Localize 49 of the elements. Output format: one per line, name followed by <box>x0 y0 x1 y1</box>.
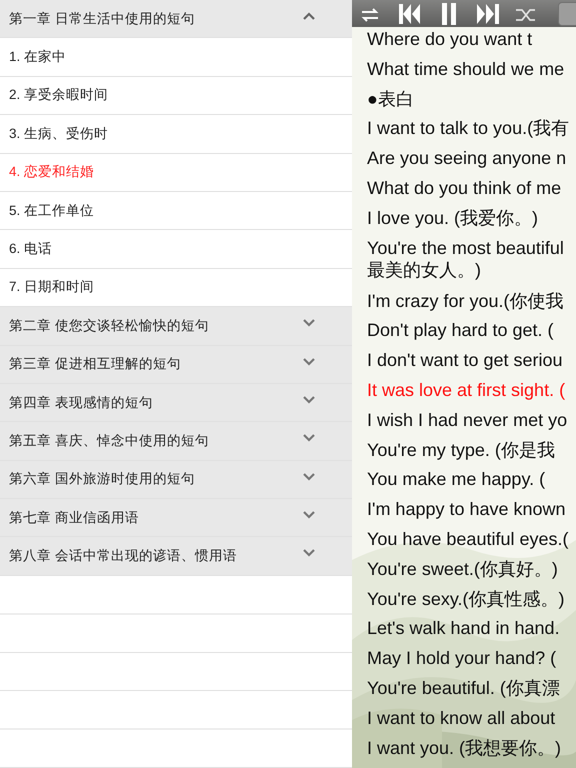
sentence-line[interactable]: I'm crazy for you.(你使我 <box>367 290 576 320</box>
expand-chevron-icon <box>303 511 315 520</box>
sentence-line[interactable]: I want to know all about <box>367 706 576 737</box>
sentence-line[interactable]: You're my type. (你是我 <box>367 438 576 468</box>
chapter-title: 第三章 促进相互理解的短句 <box>9 355 181 374</box>
expand-chevron-icon <box>303 396 315 404</box>
chapter-title: 第八章 会话中常出现的谚语、惯用语 <box>9 547 237 566</box>
chapter-title: 第六章 国外旅游时使用的短句 <box>9 470 195 488</box>
chapter-header[interactable]: 第六章 国外旅游时使用的短句 <box>0 460 352 500</box>
expand-chevron-icon <box>303 319 315 328</box>
sentence-line[interactable]: You're sexy.(你真性感。) <box>367 588 576 618</box>
expand-chevron-icon <box>303 358 315 366</box>
sentence-line[interactable]: You're the most beautiful 最美的女人。) <box>367 236 576 290</box>
expand-chevron-icon <box>303 549 315 558</box>
chapter-header[interactable]: 第八章 会话中常出现的谚语、惯用语 <box>0 537 352 576</box>
sentence-line[interactable]: I want to talk to you.(我有 <box>367 117 576 148</box>
sentence-line[interactable]: You're sweet.(你真好。) <box>367 558 576 588</box>
sentence-line[interactable]: You have beautiful eyes.( <box>367 528 576 558</box>
chapter-title: 第五章 喜庆、悼念中使用的短句 <box>9 432 209 450</box>
expand-chevron-icon <box>303 472 315 481</box>
sentence-line[interactable]: What do you think of me <box>367 176 576 207</box>
sentence-line[interactable]: Let's walk hand in hand. <box>367 617 576 648</box>
chapter-title: 第二章 使您交谈轻松愉快的短句 <box>9 316 209 335</box>
sentence-line[interactable]: I love you. (我爱你。) <box>367 206 576 237</box>
list-item[interactable]: 4. 恋爱和结婚 <box>0 154 352 192</box>
sentence-line[interactable]: You're beautiful. (你真漂 <box>367 676 576 707</box>
sentence-line[interactable]: You make me happy. ( <box>367 468 576 498</box>
sentence-line[interactable]: May I hold your hand? ( <box>367 647 576 677</box>
chapter-header[interactable]: 第七章 商业信函用语 <box>0 499 352 538</box>
sentence-line[interactable]: Where do you want t <box>367 28 576 58</box>
sentence-line[interactable]: Are you seeing anyone n <box>367 147 576 177</box>
chapter-header[interactable]: 第一章 日常生活中使用的短句 <box>0 0 352 38</box>
chapter-header[interactable]: 第四章 表现感情的短句 <box>0 384 352 422</box>
sentence-line[interactable]: I don't want to get seriou <box>367 349 576 379</box>
chapter-header[interactable]: 第三章 促进相互理解的短句 <box>0 346 352 384</box>
sentence-line[interactable]: What time should we me <box>367 58 576 88</box>
expand-chevron-icon <box>303 434 315 442</box>
sentence-line[interactable]: It was love at first sight. ( <box>367 378 576 409</box>
chapter-header[interactable]: 第二章 使您交谈轻松愉快的短句 <box>0 307 352 346</box>
chapter-title: 第四章 表现感情的短句 <box>9 394 153 412</box>
sentence-line[interactable]: Don't play hard to get. ( <box>367 319 576 350</box>
list-item[interactable]: 7. 日期和时间 <box>0 268 352 308</box>
chapter-header[interactable]: 第五章 喜庆、悼念中使用的短句 <box>0 422 352 461</box>
collapse-chevron-icon <box>303 12 315 20</box>
chapter-title: 第一章 日常生活中使用的短句 <box>9 10 195 28</box>
sentence-line[interactable]: I'm happy to have known <box>367 498 576 528</box>
sentence-line[interactable]: ●表白 <box>367 88 576 118</box>
sentence-line[interactable]: I wish I had never met yo <box>367 408 576 439</box>
chapter-title: 第七章 商业信函用语 <box>9 508 139 527</box>
